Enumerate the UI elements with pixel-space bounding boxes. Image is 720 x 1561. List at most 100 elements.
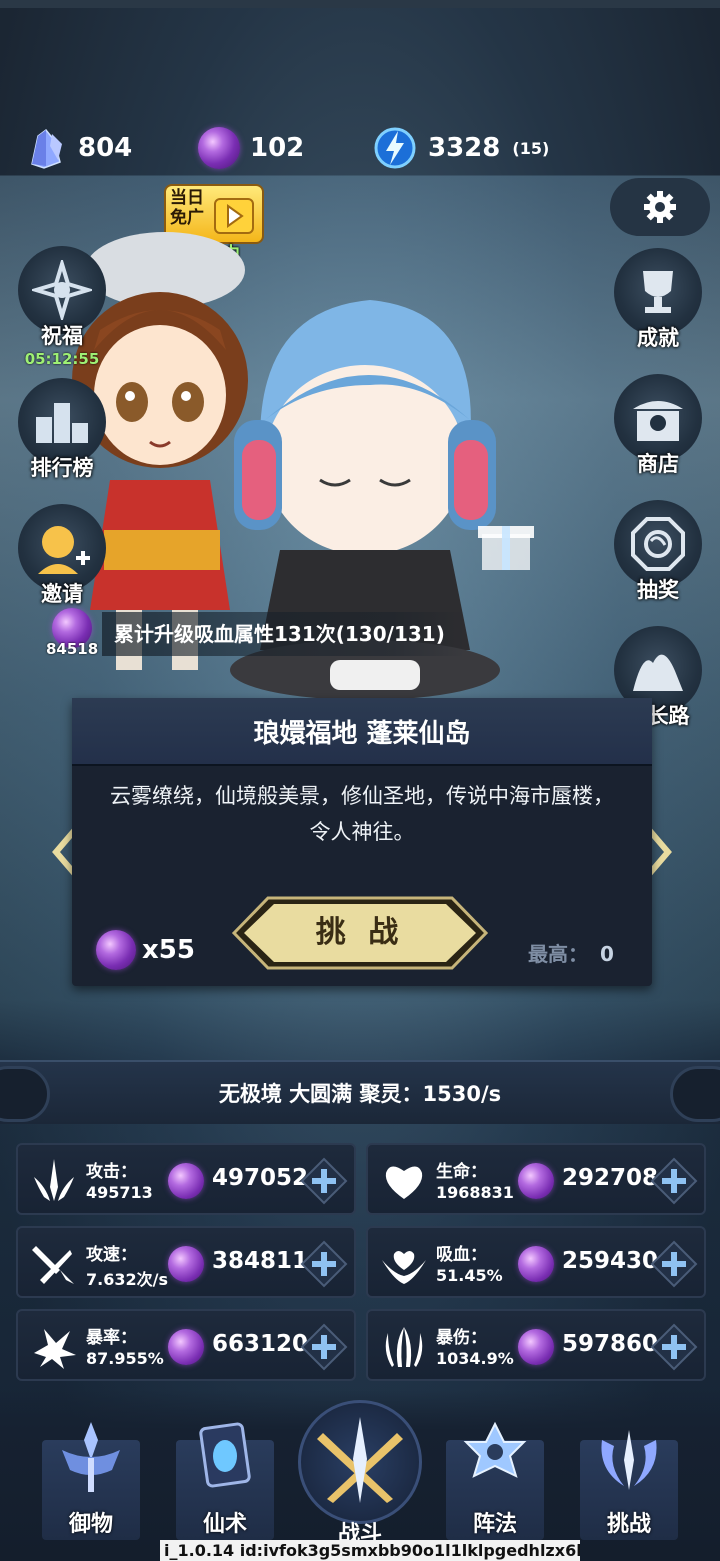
blue-energy-icon [374,127,416,169]
stat-card-crit-damage: 暴伤： 1034.9% 597860 [366,1309,706,1381]
game-scene: 804 102 3328 (15) 当日免广 祝福 05:12:55 排行榜 邀… [0,0,720,1561]
nav-formation[interactable]: 阵法 [446,1420,544,1546]
stat-current: 495713 [86,1183,153,1202]
attack-icon [34,1159,74,1201]
stat-name: 攻击： [86,1162,137,1182]
notice-message: 累计升级吸血属性131次(130/131) [102,612,465,656]
crystal-value: 804 [78,133,133,163]
heart-icon [385,1166,423,1199]
lottery-label: 抽奖 [637,578,679,602]
challenge-icon [601,1430,657,1490]
purple-orb-icon [518,1329,554,1365]
purple-orb-icon [96,930,136,970]
challenge-label: 挑 战 [315,915,405,950]
stat-cost: 497052 [212,1165,309,1191]
purple-orb-icon [518,1246,554,1282]
invite-label: 邀请 [41,582,83,606]
upgrade-notice: 84518 累计升级吸血属性131次(130/131) [42,608,465,660]
stat-card-lifesteal: 吸血： 51.45% 259430 [366,1226,706,1298]
stat-name: 吸血： [436,1245,487,1265]
attack-speed-icon [32,1246,74,1284]
plus-icon[interactable] [650,1240,698,1288]
realm-cap-right [670,1066,720,1122]
realm-text: 无极境 大圆满 聚灵：1530/s [218,1082,502,1106]
podium-icon [36,403,88,443]
energy-value: 3328 [428,133,501,163]
best-value: 0 [600,942,614,966]
plus-icon[interactable] [650,1323,698,1371]
stage-panel: 琅嬛福地 蓬莱仙岛 云雾缭绕，仙境般美景，修仙圣地，传说中海市蜃楼，令人神往。 … [72,698,652,986]
stage-description: 云雾缭绕，仙境般美景，修仙圣地，传说中海市蜃楼，令人神往。 [110,784,614,844]
plus-icon[interactable] [300,1240,348,1288]
currency-orb: 102 [198,118,304,178]
nav-battle[interactable]: 战斗 [298,1400,422,1550]
formation-icon [463,1421,527,1478]
nav-spell-label: 仙术 [202,1512,247,1537]
stat-current: 1034.9% [436,1349,514,1368]
currency-energy: 3328 (15) [372,118,549,178]
notice-orb-count: 84518 [46,640,99,658]
rank-button[interactable]: 排行榜 [14,378,110,488]
invite-button[interactable]: 邀请 [14,504,110,614]
gear-icon [644,191,676,223]
stat-cost: 384811 [212,1248,309,1274]
stat-card-attack: 攻击： 495713 497052 [16,1143,356,1215]
nav-spell[interactable]: 仙术 [176,1420,274,1546]
purple-orb-icon [198,127,240,169]
nav-equipment-label: 御物 [68,1512,113,1537]
stat-cost: 292708 [562,1165,659,1191]
nav-challenge[interactable]: 挑战 [580,1420,678,1546]
stat-current: 51.45% [436,1266,503,1285]
settings-button[interactable] [610,178,710,236]
stage-cost-value: x55 [142,935,195,965]
plus-icon[interactable] [300,1157,348,1205]
nav-formation-label: 阵法 [472,1512,517,1537]
spell-card-icon [199,1422,251,1488]
bless-button[interactable]: 祝福 05:12:55 [14,246,110,368]
crystal-icon [31,128,62,169]
lottery-button[interactable]: 抽奖 [610,500,706,610]
shop-icon [633,401,683,441]
stat-cost: 597860 [562,1331,659,1357]
bless-timer: 05:12:55 [24,350,100,368]
shop-label: 商店 [637,452,679,476]
shop-button[interactable]: 商店 [610,374,706,484]
achievement-label: 成就 [637,326,679,350]
purple-orb-icon [168,1246,204,1282]
stat-cost: 259430 [562,1248,659,1274]
play-icon [214,198,254,234]
nav-equipment[interactable]: 御物 [42,1420,140,1546]
realm-bar: 无极境 大圆满 聚灵：1530/s [0,1060,720,1124]
nav-challenge-label: 挑战 [606,1512,651,1537]
purple-orb-icon [518,1163,554,1199]
lottery-icon [631,517,685,571]
currency-crystal: 804 [24,118,132,178]
orb-value: 102 [250,133,305,163]
gift-icon[interactable] [474,510,538,574]
stat-current: 1968831 [436,1183,514,1202]
crit-rate-icon [34,1329,76,1369]
trophy-icon [643,271,673,313]
stat-current: 87.955% [86,1349,164,1368]
purple-orb-icon [168,1329,204,1365]
stage-cost: x55 [96,930,195,970]
plus-icon[interactable] [300,1323,348,1371]
mountain-icon [633,654,683,691]
stat-name: 暴率： [86,1328,137,1348]
ad-free-label: 当日免广 [170,188,204,228]
status-bar [0,0,720,8]
stat-cost: 663120 [212,1331,309,1357]
best-record: 最高： 0 [528,938,614,967]
battle-icon [317,1417,403,1503]
stat-name: 生命： [436,1162,487,1182]
purple-orb-icon [168,1163,204,1199]
stat-card-crit-rate: 暴率： 87.955% 663120 [16,1309,356,1381]
rank-label: 排行榜 [30,456,94,480]
challenge-button[interactable]: 挑 战 [231,896,489,970]
stat-card-life: 生命： 1968831 292708 [366,1143,706,1215]
stat-current: 7.632次/s [86,1270,168,1289]
equipment-icon [62,1422,120,1492]
achievement-button[interactable]: 成就 [610,248,706,358]
stat-name: 暴伤： [436,1328,487,1348]
plus-icon[interactable] [650,1157,698,1205]
